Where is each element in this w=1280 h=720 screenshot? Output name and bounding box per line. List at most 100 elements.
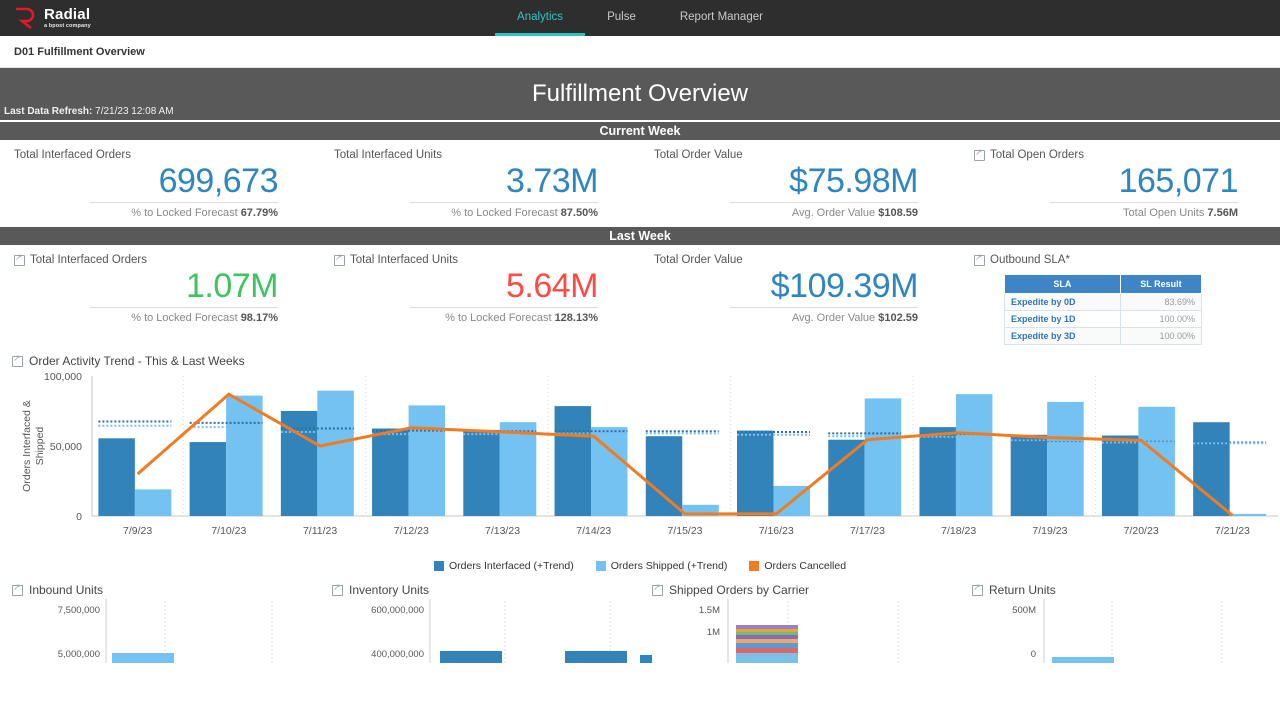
kpi-label-text: Total Interfaced Orders (30, 254, 147, 267)
svg-text:7/18/23: 7/18/23 (941, 525, 976, 537)
kpi-sub-label: Avg. Order Value (791, 207, 876, 220)
kpi-value: $109.39M (770, 267, 919, 306)
section-header-current-week: Current Week (0, 120, 1280, 141)
kpi-subtext: % to Locked Forecast 128.13% (320, 308, 640, 324)
mini-chart-plot: 500M 0 (960, 597, 1280, 664)
kpi-card-lw-total-interfaced-orders[interactable]: Total Interfaced Orders 1.07M % to Locke… (0, 246, 320, 345)
mini-chart-shipped-orders-by-carrier[interactable]: Shipped Orders by Carrier 1.5M 1M (640, 572, 960, 664)
kpi-subtext: % to Locked Forecast 98.17% (0, 308, 320, 324)
nav-item-report-manager[interactable]: Report Manager (658, 0, 785, 36)
kpi-subtext: % to Locked Forecast 67.79% (0, 203, 320, 219)
kpi-subtext: Total Open Units 7.56M (960, 203, 1280, 219)
mini-chart-plot: 1.5M 1M (640, 597, 960, 664)
svg-text:7/21/23: 7/21/23 (1215, 525, 1250, 537)
kpi-label: Total Interfaced Units (320, 149, 640, 161)
breadcrumb[interactable]: D01 Fulfillment Overview (0, 36, 1280, 68)
y-tick: 500M (1012, 605, 1036, 617)
chart-title: Order Activity Trend - This & Last Weeks (29, 354, 245, 369)
current-week-kpi-row: Total Interfaced Orders 699,673 % to Loc… (0, 141, 1280, 225)
cell-result: 100.00% (1119, 327, 1203, 346)
svg-text:0: 0 (76, 511, 82, 523)
drill-down-icon[interactable] (12, 353, 23, 367)
column-header-sl-result: SL Result (1119, 274, 1203, 295)
nav-item-pulse[interactable]: Pulse (585, 0, 658, 36)
svg-text:7/10/23: 7/10/23 (211, 525, 246, 537)
cell-result: 100.00% (1119, 310, 1203, 329)
drill-down-icon[interactable] (14, 252, 25, 266)
table-row[interactable]: Expedite by 1D 100.00% (1004, 310, 1203, 329)
legend-item-orders-interfaced[interactable]: Orders Interfaced (+Trend) (433, 560, 574, 573)
kpi-card-total-open-orders[interactable]: Total Open Orders 165,071 Total Open Uni… (960, 141, 1280, 225)
order-activity-trend-chart[interactable]: 0 50,000 100,000 7/9/23 7/10/23 7/11/23 7/12/2… (0, 368, 1280, 558)
mini-chart-title: Return Units (989, 583, 1056, 598)
kpi-sub-label: % to Locked Forecast (451, 207, 558, 220)
kpi-card-total-order-value[interactable]: Total Order Value $75.98M Avg. Order Val… (640, 141, 960, 225)
cell-sla: Expedite by 1D (1004, 310, 1121, 329)
y-tick: 400,000,000 (371, 649, 424, 661)
legend-label: Orders Interfaced (+Trend) (448, 560, 574, 573)
svg-text:7/20/23: 7/20/23 (1124, 525, 1159, 537)
drill-down-icon[interactable] (972, 582, 983, 596)
mini-chart-return-units[interactable]: Return Units 500M 0 (960, 572, 1280, 664)
legend-label: Orders Cancelled (764, 560, 847, 573)
drill-down-icon[interactable] (974, 252, 985, 266)
drill-down-icon[interactable] (332, 582, 343, 596)
kpi-sub-label: % to Locked Forecast (131, 207, 238, 220)
cell-sla: Expedite by 3D (1004, 327, 1121, 346)
kpi-label: Total Interfaced Units (320, 252, 640, 266)
svg-text:Orders Interfaced &: Orders Interfaced & (21, 400, 33, 492)
kpi-label: Total Open Orders (960, 147, 1280, 161)
y-tick: 600,000,000 (371, 605, 424, 617)
trend-chart-svg: 0 50,000 100,000 7/9/23 7/10/23 7/11/23 7/12/2… (21, 371, 1278, 537)
drill-down-icon[interactable] (334, 252, 345, 266)
svg-text:7/14/23: 7/14/23 (576, 525, 611, 537)
table-row[interactable]: Expedite by 0D 83.69% (1004, 293, 1203, 312)
column-header-sla: SLA (1004, 274, 1121, 295)
mini-chart-inventory-units[interactable]: Inventory Units 600,000,000 400,000,000 (320, 572, 640, 664)
last-week-kpi-row: Total Interfaced Orders 1.07M % to Locke… (0, 246, 1280, 346)
kpi-sub-value: 98.17% (240, 312, 278, 325)
last-data-refresh: Last Data Refresh: 7/21/23 12:08 AM (4, 106, 174, 117)
y-tick: 1.5M (698, 605, 720, 617)
outbound-sla-panel: Outbound SLA* SLA SL Result Expedite by … (960, 246, 1280, 346)
kpi-card-lw-total-order-value[interactable]: Total Order Value $109.39M Avg. Order Va… (640, 246, 960, 345)
outbound-sla-title-text: Outbound SLA* (990, 254, 1070, 267)
drill-down-icon[interactable] (12, 582, 23, 596)
drill-down-icon[interactable] (974, 147, 985, 161)
bottom-chart-row: Inbound Units 7,500,000 5,000,000 Invent… (0, 572, 1280, 664)
brand-logo[interactable]: Radial a bpost company (0, 0, 91, 36)
svg-text:7/13/23: 7/13/23 (485, 525, 520, 537)
table-row[interactable]: Expedite by 3D 100.00% (1004, 327, 1203, 346)
svg-text:7/12/23: 7/12/23 (394, 525, 429, 537)
legend-item-orders-shipped[interactable]: Orders Shipped (+Trend) (595, 560, 728, 573)
legend-item-orders-cancelled[interactable]: Orders Cancelled (749, 560, 846, 572)
mini-chart-inbound-units[interactable]: Inbound Units 7,500,000 5,000,000 (0, 572, 320, 664)
legend-swatch (749, 561, 760, 572)
mini-chart-header: Inbound Units (0, 572, 320, 597)
drill-down-icon[interactable] (652, 582, 663, 596)
mini-chart-plot: 600,000,000 400,000,000 (320, 597, 640, 664)
page-title: Fulfillment Overview (531, 80, 749, 107)
kpi-sub-value: $102.59 (878, 312, 918, 325)
kpi-label: Total Interfaced Orders (0, 252, 320, 267)
svg-text:7/15/23: 7/15/23 (667, 525, 702, 537)
svg-text:7/16/23: 7/16/23 (759, 525, 794, 537)
kpi-card-lw-total-interfaced-units[interactable]: Total Interfaced Units 5.64M % to Locked… (320, 246, 640, 345)
kpi-sub-value: 87.50% (560, 207, 598, 220)
kpi-label-text: Total Interfaced Orders (14, 149, 131, 161)
kpi-card-total-interfaced-orders[interactable]: Total Interfaced Orders 699,673 % to Loc… (0, 141, 320, 225)
svg-text:Shipped: Shipped (34, 427, 46, 466)
nav-item-analytics[interactable]: Analytics (495, 0, 586, 36)
brand-tagline: a bpost company (44, 22, 91, 29)
kpi-label: Total Interfaced Orders (0, 149, 320, 161)
kpi-value: 3.73M (506, 162, 599, 200)
kpi-value: 1.07M (186, 267, 279, 306)
legend-label: Orders Shipped (+Trend) (610, 560, 728, 573)
svg-text:7/17/23: 7/17/23 (850, 525, 885, 537)
kpi-value: $75.98M (789, 162, 918, 200)
kpi-card-total-interfaced-units[interactable]: Total Interfaced Units 3.73M % to Locked… (320, 141, 640, 225)
order-activity-trend-header: Order Activity Trend - This & Last Weeks (0, 345, 1280, 368)
chart-legend: Orders Interfaced (+Trend) Orders Shippe… (0, 560, 1280, 572)
kpi-label-text: Total Open Orders (990, 149, 1084, 161)
kpi-value: 699,673 (158, 162, 279, 200)
